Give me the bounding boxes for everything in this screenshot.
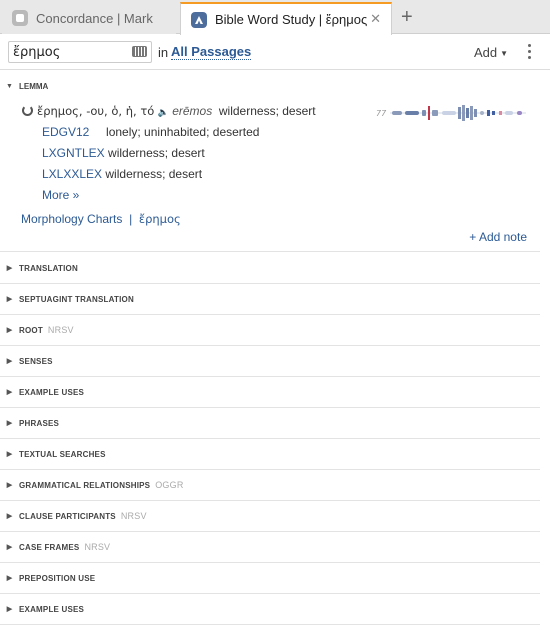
section-label: LEMMA [19,81,49,91]
lexicon-entry: LXGNTLEX wilderness; desert [42,146,205,160]
separator: | [129,212,133,226]
lemma-headword: ἔρημος, -ου, ὁ, ἡ, τό [37,104,155,118]
scope-prefix: in [158,45,169,60]
morphology-charts-link[interactable]: Morphology Charts [21,212,122,226]
more-options-icon[interactable] [528,44,532,59]
chevron-right-icon: ▶ [6,265,13,272]
section-header[interactable]: ▶ ROOT NRSV [0,315,540,346]
tab-bible-word-study[interactable]: Bible Word Study | ἔρημος ✕ [180,2,392,35]
section-header[interactable]: ▶ GRAMMATICAL RELATIONSHIPS OGGR [0,470,540,501]
tab-bar: Concordance | Mark Bible Word Study | ἔρ… [0,0,550,35]
lexicon-link[interactable]: LXGNTLEX [42,146,105,160]
lemma-gloss: wilderness; desert [218,104,316,118]
section-label: EXAMPLE USES [19,604,85,614]
lexicon-definition: wilderness; desert [108,146,205,160]
section-header[interactable]: ▶ EXAMPLE USES [0,377,540,408]
tab-concordance[interactable]: Concordance | Mark [2,2,176,34]
chevron-down-icon: ▼ [500,49,509,59]
chevron-right-icon: ▶ [6,606,13,613]
section-header[interactable]: ▶ SEPTUAGINT TRANSLATION [0,284,540,315]
section-header[interactable]: ▶ PHRASES [0,408,540,439]
section-header[interactable]: ▶ TEXTUAL SEARCHES [0,439,540,470]
lexicon-link[interactable]: LXLXXLEX [42,167,102,181]
close-icon[interactable]: ✕ [370,11,381,27]
chevron-right-icon: ▶ [6,575,13,582]
chevron-right-icon: ▶ [6,296,13,303]
section-version-label[interactable]: OGGR [155,480,183,490]
chevron-right-icon: ▶ [6,451,13,458]
chevron-right-icon: ▶ [6,389,13,396]
tab-label: Concordance | Mark [36,10,153,26]
chevron-right-icon: ▶ [6,513,13,520]
chevron-right-icon: ▶ [6,358,13,365]
chevron-right-icon: ▶ [6,327,13,334]
section-version-label[interactable]: NRSV [84,542,110,552]
chevron-right-icon: ▶ [6,420,13,427]
section-label: EXAMPLE USES [19,387,85,397]
keyboard-icon[interactable] [132,46,147,57]
chevron-down-icon: ▼ [6,82,13,90]
lexicon-link[interactable]: EDGV12 [42,125,89,139]
section-lemma-header[interactable]: ▼ LEMMA [0,78,48,94]
section-label: PHRASES [19,418,60,428]
lexicon-definition: lonely; uninhabited; deserted [106,125,260,139]
section-label: ROOT [19,325,43,335]
chevron-right-icon: ▶ [6,544,13,551]
add-note-button[interactable]: + Add note [469,230,527,244]
lemma-content: ἔρημος, -ου, ὁ, ἡ, τό 🔈 erēmos wildernes… [0,100,540,252]
section-label: TRANSLATION [19,263,78,273]
morphology-row: Morphology Charts | ἔρημος [21,212,181,226]
lexicon-entry: EDGV12 lonely; uninhabited; deserted [42,125,259,139]
word-study-icon [191,11,207,28]
section-label: CASE FRAMES [19,542,80,552]
speaker-icon[interactable]: 🔈 [158,107,169,117]
transliteration: erēmos [172,104,213,118]
section-header[interactable]: ▶ TRANSLATION [0,253,540,284]
add-label: Add [474,45,498,60]
spark-count: 77 [376,109,387,118]
lexicon-definition: wilderness; desert [105,167,203,181]
refresh-icon[interactable] [22,105,33,116]
scope-selector[interactable]: All Passages [171,44,252,60]
section-label: PREPOSITION USE [19,573,96,583]
tab-label: Bible Word Study | ἔρημος [215,12,368,27]
search-input[interactable]: ἔρημος [8,41,152,63]
new-tab-button[interactable]: + [401,6,413,29]
concordance-icon [12,10,28,26]
section-header[interactable]: ▶ EXAMPLE USES [0,594,540,625]
add-button[interactable]: Add ▼ [474,45,508,60]
section-label: CLAUSE PARTICIPANTS [19,511,116,521]
section-header[interactable]: ▶ CLAUSE PARTICIPANTS NRSV [0,501,540,532]
search-value: ἔρημος [13,44,61,60]
morphology-word-link[interactable]: ἔρημος [139,212,181,226]
chevron-right-icon: ▶ [6,482,13,489]
section-header[interactable]: ▶ CASE FRAMES NRSV [0,532,540,563]
toolbar: ἔρημος in All Passages Add ▼ [0,35,550,70]
section-header[interactable]: ▶ SENSES [0,346,540,377]
more-link[interactable]: More » [42,188,79,202]
section-label: SENSES [19,356,53,366]
section-version-label[interactable]: NRSV [48,325,74,335]
section-label: TEXTUAL SEARCHES [19,449,106,459]
frequency-sparkline[interactable]: 77 [376,103,528,123]
section-label: GRAMMATICAL RELATIONSHIPS [19,480,151,490]
section-version-label[interactable]: NRSV [121,511,147,521]
section-label: SEPTUAGINT TRANSLATION [19,294,134,304]
lemma-line: ἔρημος, -ου, ὁ, ἡ, τό 🔈 erēmos wildernes… [37,104,316,118]
section-header[interactable]: ▶ PREPOSITION USE [0,563,540,594]
lexicon-entry: LXLXXLEX wilderness; desert [42,167,202,181]
